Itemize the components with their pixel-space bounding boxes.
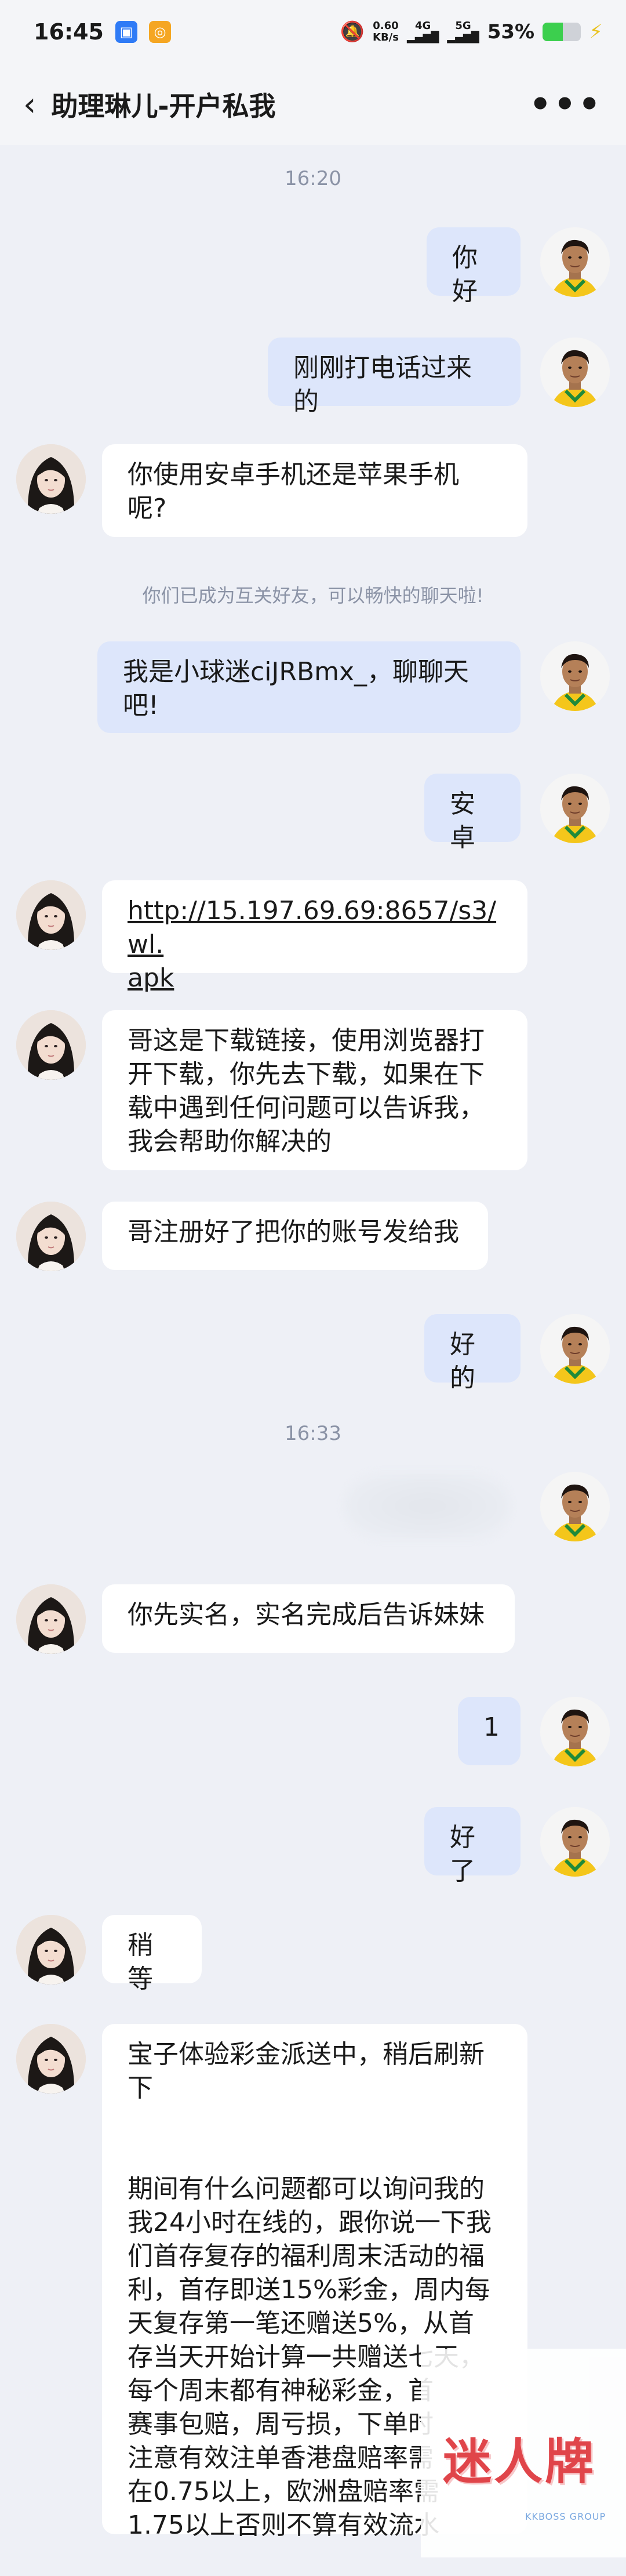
message-outgoing[interactable]: 好了 xyxy=(424,1807,521,1886)
net-type-1: 4G xyxy=(415,20,431,32)
charging-icon: ⚡ xyxy=(589,20,603,43)
app-notification-icon: ▣ xyxy=(115,21,137,43)
net-speed-value: 0.60 xyxy=(373,20,399,32)
watermark: 迷人牌 KKBOSS GROUP xyxy=(421,2349,626,2557)
avatar-self[interactable] xyxy=(540,227,610,297)
signal-5g: 5G ▂▄▆█ xyxy=(447,20,479,43)
status-bar-left: 16:45 ▣ ◎ xyxy=(34,19,171,45)
message-outgoing[interactable]: 安卓 xyxy=(424,774,521,852)
avatar-self[interactable] xyxy=(540,1807,610,1877)
back-icon[interactable]: ‹ xyxy=(23,86,36,124)
avatar-self[interactable] xyxy=(540,1697,610,1766)
download-link[interactable]: http://15.197.69.69:8657/s3/wl. apk xyxy=(102,880,527,993)
chat-header: ‹ 助理琳儿-开户私我 ••• xyxy=(0,64,626,145)
avatar-contact[interactable] xyxy=(16,880,86,950)
chat-title: 助理琳儿-开户私我 xyxy=(51,90,276,122)
avatar-contact[interactable] xyxy=(16,444,86,514)
avatar-self[interactable] xyxy=(540,1472,610,1541)
message-outgoing[interactable]: 1 xyxy=(458,1697,521,1765)
app-notification-icon-2: ◎ xyxy=(148,21,171,43)
net-type-2: 5G xyxy=(455,20,471,32)
status-time: 16:45 xyxy=(34,19,104,45)
status-bar: 16:45 ▣ ◎ 🔕 0.60 KB/s 4G ▂▄▆█ 5G ▂▄▆█ 53… xyxy=(0,0,626,64)
message-incoming[interactable]: 哥这是下载链接，使用浏览器打 开下载，你先去下载，如果在下 载中遇到任何问题可以… xyxy=(102,1010,527,1170)
avatar-self[interactable] xyxy=(540,774,610,843)
status-bar-right: 🔕 0.60 KB/s 4G ▂▄▆█ 5G ▂▄▆█ 53% ⚡ xyxy=(340,20,603,44)
avatar-contact[interactable] xyxy=(16,1584,86,1654)
avatar-self[interactable] xyxy=(540,641,610,711)
timestamp: 16:33 xyxy=(285,1422,341,1445)
message-incoming[interactable]: 你先实名，实名完成后告诉妹妹 xyxy=(102,1584,515,1653)
avatar-self[interactable] xyxy=(540,338,610,407)
net-speed-unit: KB/s xyxy=(373,31,399,43)
blurred-image-message[interactable] xyxy=(343,1472,511,1540)
message-incoming[interactable]: 哥注册好了把你的账号发给我 xyxy=(102,1202,488,1270)
net-speed: 0.60 KB/s xyxy=(373,20,399,43)
avatar-self[interactable] xyxy=(540,1314,610,1384)
battery-icon xyxy=(543,23,581,41)
signal-bars-icon-2: ▂▄▆█ xyxy=(447,31,479,43)
signal-bars-icon: ▂▄▆█ xyxy=(406,31,439,43)
message-outgoing[interactable]: 好的 xyxy=(424,1314,521,1393)
avatar-contact[interactable] xyxy=(16,1915,86,1984)
avatar-contact[interactable] xyxy=(16,1010,86,1080)
timestamp: 16:20 xyxy=(285,167,341,190)
message-incoming[interactable]: 你使用安卓手机还是苹果手机 呢? xyxy=(102,444,527,537)
message-outgoing[interactable]: 你好 xyxy=(427,227,521,306)
friend-notice: 你们已成为互关好友，可以畅快的聊天啦! xyxy=(142,585,484,607)
avatar-contact[interactable] xyxy=(16,1202,86,1271)
more-icon[interactable]: ••• xyxy=(529,84,603,125)
mute-icon: 🔕 xyxy=(340,20,365,43)
message-outgoing[interactable]: 刚刚打电话过来的 xyxy=(268,338,521,416)
battery-percent: 53% xyxy=(487,20,535,43)
watermark-text: 迷人牌 xyxy=(443,2433,596,2490)
battery-fill xyxy=(543,23,563,41)
message-outgoing[interactable]: 我是小球迷ciJRBmx_，聊聊天 吧! xyxy=(97,641,521,733)
avatar-contact[interactable] xyxy=(16,2024,86,2094)
message-incoming[interactable]: 稍等 xyxy=(102,1915,202,1994)
watermark-tag: KKBOSS GROUP xyxy=(525,2511,606,2522)
signal-4g: 4G ▂▄▆█ xyxy=(407,20,439,43)
